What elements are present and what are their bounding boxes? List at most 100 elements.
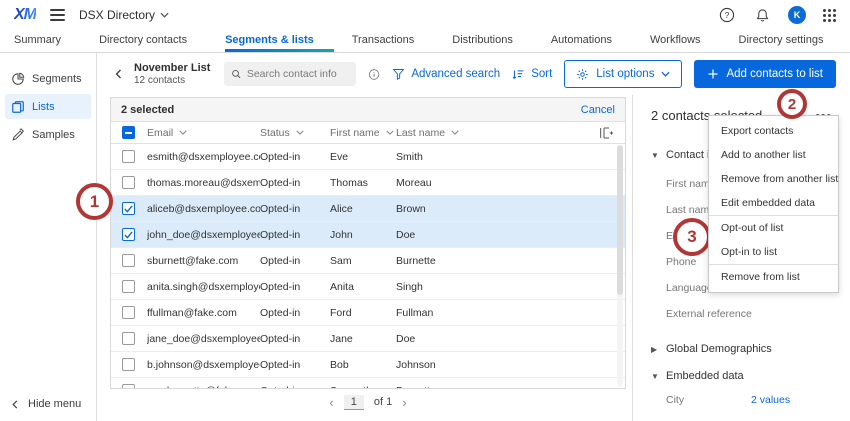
search-icon: [231, 68, 241, 80]
global-demographics-section-header[interactable]: ▶ Global Demographics: [651, 343, 834, 355]
embedded-field-value-link[interactable]: 2 values: [751, 394, 790, 406]
menu-item-opt-in-to-list[interactable]: Opt-in to list: [709, 240, 838, 264]
menu-item-opt-out-of-list[interactable]: Opt-out of list: [709, 216, 838, 240]
page-count: of 1: [374, 396, 392, 408]
tab-summary[interactable]: Summary: [14, 30, 81, 52]
svg-text:?: ?: [725, 10, 730, 20]
sidebar-item-segments[interactable]: Segments: [5, 66, 91, 91]
row-checkbox[interactable]: [122, 332, 135, 345]
caret-right-icon: ▶: [651, 345, 659, 354]
tab-transactions[interactable]: Transactions: [352, 30, 435, 52]
column-header-last-name[interactable]: Last name: [396, 127, 599, 139]
menu-item-edit-embedded-data[interactable]: Edit embedded data: [709, 191, 838, 215]
chevron-left-icon: [115, 69, 122, 79]
table-scrollbar[interactable]: [617, 145, 623, 387]
annotation-circle-1: 1: [76, 183, 113, 220]
app-grid-icon[interactable]: [823, 9, 836, 22]
tab-directory-settings[interactable]: Directory settings: [739, 30, 844, 52]
table-row[interactable]: anita.singh@dsxemployee...Opted-inAnitaS…: [111, 274, 625, 300]
cancel-selection-link[interactable]: Cancel: [581, 104, 615, 116]
row-checkbox[interactable]: [122, 254, 135, 267]
sidebar: Segments Lists Samples Hide menu: [0, 53, 97, 421]
row-checkbox[interactable]: [122, 176, 135, 189]
sidebar-item-label: Lists: [32, 101, 55, 113]
row-checkbox[interactable]: [122, 306, 135, 319]
tab-workflows[interactable]: Workflows: [650, 30, 721, 52]
menu-item-export-contacts[interactable]: Export contacts: [709, 119, 838, 143]
contact-details-panel: 2 contacts selected ••• ▼ Contact info F…: [632, 95, 850, 421]
table-row[interactable]: esmith@dsxemployee.comOpted-inEveSmith: [111, 144, 625, 170]
table-row-selected[interactable]: aliceb@dsxemployee.comOpted-inAliceBrown: [111, 196, 625, 222]
advanced-search-button[interactable]: Advanced search: [392, 68, 500, 80]
back-button[interactable]: [115, 69, 122, 79]
table-row[interactable]: sburnett@fake.comOpted-inSamBurnette: [111, 248, 625, 274]
directory-selector[interactable]: DSX Directory: [79, 8, 169, 22]
sort-button[interactable]: Sort: [512, 68, 552, 81]
sidebar-item-samples[interactable]: Samples: [5, 122, 91, 147]
prev-page-button[interactable]: ‹: [329, 395, 333, 410]
column-header-status[interactable]: Status: [260, 127, 330, 139]
table-row-selected[interactable]: john_doe@dsxemployee....Opted-inJohnDoe: [111, 222, 625, 248]
caret-down-icon: ▼: [651, 151, 659, 160]
hamburger-menu-icon[interactable]: [50, 9, 65, 21]
embedded-data-row: City 2 values: [666, 394, 834, 406]
search-box[interactable]: [224, 62, 356, 86]
notifications-bell-icon[interactable]: [753, 6, 771, 24]
chevron-down-icon: [296, 130, 304, 135]
caret-down-icon: ▼: [651, 372, 659, 381]
table-row[interactable]: jane_doe@dsxemployee....Opted-inJaneDoe: [111, 326, 625, 352]
tab-distributions[interactable]: Distributions: [452, 30, 533, 52]
table-row[interactable]: ffullman@fake.comOpted-inFordFullman: [111, 300, 625, 326]
sidebar-item-label: Samples: [32, 129, 75, 141]
list-toolbar: November List 12 contacts Advanced searc…: [97, 53, 850, 95]
embedded-data-section-header[interactable]: ▼ Embedded data: [651, 370, 834, 382]
chevron-down-icon: [451, 130, 459, 135]
row-checkbox[interactable]: [122, 150, 135, 163]
filter-funnel-icon: [392, 68, 405, 80]
list-options-button[interactable]: List options: [564, 60, 682, 88]
row-checkbox[interactable]: [122, 280, 135, 293]
tab-directory-contacts[interactable]: Directory contacts: [99, 30, 207, 52]
list-title-block: November List 12 contacts: [134, 62, 210, 86]
row-checkbox[interactable]: [122, 384, 135, 389]
add-column-icon[interactable]: [599, 126, 625, 140]
column-header-email[interactable]: Email: [147, 127, 260, 139]
row-checkbox-checked[interactable]: [122, 228, 135, 241]
menu-item-remove-from-list[interactable]: Remove from list: [709, 265, 838, 289]
pie-chart-icon: [11, 72, 25, 86]
sidebar-item-label: Segments: [32, 73, 82, 85]
table-row[interactable]: b.johnson@dsxemployee....Opted-inBobJohn…: [111, 352, 625, 378]
gear-icon: [576, 68, 589, 81]
info-icon[interactable]: [368, 68, 380, 81]
directory-name: DSX Directory: [79, 8, 155, 22]
annotation-circle-2: 2: [777, 89, 807, 119]
plus-icon: [707, 68, 719, 80]
help-icon[interactable]: ?: [718, 6, 736, 24]
topbar-actions: ? K: [718, 6, 836, 24]
page-number-input[interactable]: 1: [344, 395, 364, 410]
hide-menu-button[interactable]: Hide menu: [12, 398, 81, 410]
menu-item-remove-from-another-list[interactable]: Remove from another list: [709, 167, 838, 191]
table-row[interactable]: samburnette@fake.comOpted-inSamanthaBurn…: [111, 378, 625, 389]
embedded-field-label: City: [666, 394, 751, 406]
tab-segments-lists[interactable]: Segments & lists: [225, 30, 334, 52]
row-checkbox[interactable]: [122, 358, 135, 371]
table-row[interactable]: thomas.moreau@dsxempl...Opted-inThomasMo…: [111, 170, 625, 196]
select-all-checkbox[interactable]: [122, 126, 135, 139]
column-header-first-name[interactable]: First name: [330, 127, 396, 139]
search-input[interactable]: [247, 68, 349, 80]
next-page-button[interactable]: ›: [402, 395, 406, 410]
annotation-circle-3: 3: [673, 218, 711, 256]
add-contacts-button[interactable]: Add contacts to list: [694, 60, 836, 88]
sidebar-item-lists[interactable]: Lists: [5, 94, 91, 119]
directory-tabs: Summary Directory contacts Segments & li…: [0, 30, 850, 53]
top-bar: XM DSX Directory ? K: [0, 0, 850, 30]
user-avatar[interactable]: K: [788, 6, 806, 24]
chevron-down-icon: [661, 71, 670, 77]
menu-item-add-to-another-list[interactable]: Add to another list: [709, 143, 838, 167]
tab-automations[interactable]: Automations: [551, 30, 632, 52]
row-checkbox-checked[interactable]: [122, 202, 135, 215]
list-contact-count: 12 contacts: [134, 75, 210, 87]
field-label: External reference: [666, 301, 834, 327]
sort-icon: [512, 68, 525, 81]
